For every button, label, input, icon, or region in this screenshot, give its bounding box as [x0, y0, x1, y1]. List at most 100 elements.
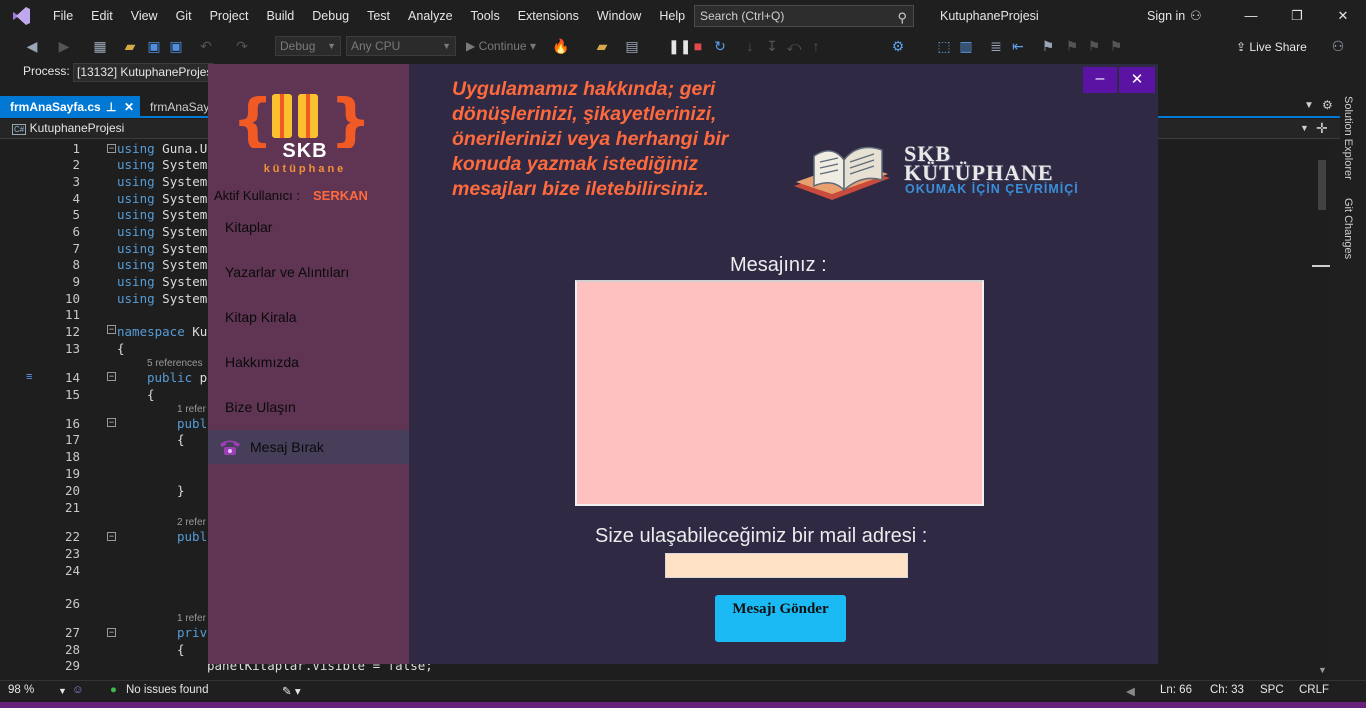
step-back-icon[interactable]: ⤺: [786, 38, 802, 54]
codelens-references[interactable]: 2 refer: [177, 517, 206, 528]
continue-button[interactable]: ▶ Continue ▾: [466, 36, 536, 56]
nav-rent-book-button[interactable]: Kitap Kirala: [208, 300, 409, 334]
save-icon[interactable]: ▣: [146, 38, 162, 54]
live-visual-tree-icon[interactable]: ▥: [958, 38, 974, 54]
bookmark-icon[interactable]: ⚑: [1040, 38, 1056, 54]
codelens-references[interactable]: 1 refer: [177, 613, 206, 624]
copilot-icon[interactable]: ☺: [72, 684, 84, 696]
redo-icon[interactable]: ↷: [234, 38, 250, 54]
platform-select[interactable]: Any CPU ▼: [346, 36, 456, 56]
indent-icon[interactable]: ≣: [988, 38, 1004, 54]
account-settings-icon[interactable]: ⚇: [1190, 8, 1202, 24]
fold-toggle-icon[interactable]: −: [107, 144, 116, 153]
nav-about-button[interactable]: Hakkımızda: [208, 345, 409, 379]
tab-frmanasayfa-cs[interactable]: frmAnaSayfa.cs ⊥ ✕: [0, 96, 140, 118]
open-folder-icon[interactable]: ▰: [122, 38, 138, 54]
navigate-back-icon[interactable]: ◀: [24, 38, 40, 54]
step-into-icon[interactable]: ↧: [764, 38, 780, 54]
tab-close-icon[interactable]: ✕: [124, 96, 134, 118]
app-close-button[interactable]: ✕: [1119, 67, 1155, 93]
menu-tools[interactable]: Tools: [462, 0, 509, 32]
hot-reload-icon[interactable]: 🔥: [552, 38, 569, 54]
codelens-references[interactable]: 1 refer: [177, 404, 206, 415]
menu-help[interactable]: Help: [650, 0, 694, 32]
brand-tagline: OKUMAK İÇİN ÇEVRİMİÇİ: [905, 182, 1079, 196]
pin-icon[interactable]: ⊥: [106, 96, 116, 118]
zoom-level[interactable]: 98 %: [8, 684, 34, 696]
nav-project-select[interactable]: C# KutuphaneProjesi: [12, 121, 124, 135]
sign-in-link[interactable]: Sign in: [1147, 0, 1185, 32]
line-number: 1: [72, 141, 80, 156]
restart-icon[interactable]: ↻: [712, 38, 728, 54]
line-number: 13: [64, 341, 80, 356]
select-element-icon[interactable]: ⬚: [936, 38, 952, 54]
stop-icon[interactable]: ■: [690, 38, 706, 54]
message-textarea[interactable]: [575, 280, 984, 506]
send-message-button[interactable]: Mesajı Gönder: [715, 595, 846, 642]
git-changes-tab[interactable]: Git Changes: [1342, 198, 1354, 259]
menu-git[interactable]: Git: [167, 0, 201, 32]
app-minimize-button[interactable]: –: [1083, 67, 1117, 93]
menu-file[interactable]: File: [44, 0, 82, 32]
bookmark-clear-icon[interactable]: ⚑: [1108, 38, 1124, 54]
fold-toggle-icon[interactable]: −: [107, 418, 116, 427]
menu-debug[interactable]: Debug: [303, 0, 358, 32]
save-all-icon[interactable]: ▣: [168, 38, 184, 54]
ide-minimize-icon[interactable]: —: [1228, 0, 1274, 32]
fold-toggle-icon[interactable]: −: [107, 532, 116, 541]
solution-configuration-select[interactable]: Debug ▼: [275, 36, 341, 56]
menu-analyze[interactable]: Analyze: [399, 0, 461, 32]
live-share-button[interactable]: ⇪ Live Share: [1236, 32, 1307, 60]
ide-close-icon[interactable]: ✕: [1320, 0, 1366, 32]
editor-scrollbar[interactable]: [1312, 140, 1330, 680]
fold-toggle-icon[interactable]: −: [107, 325, 116, 334]
solution-explorer-tab[interactable]: Solution Explorer: [1342, 96, 1354, 180]
line-number: 26: [64, 596, 80, 611]
line-ending[interactable]: CRLF: [1299, 684, 1329, 696]
navigate-forward-icon[interactable]: ▶: [56, 38, 72, 54]
whitespace-mode[interactable]: SPC: [1260, 684, 1284, 696]
fold-toggle-icon[interactable]: −: [107, 372, 116, 381]
nav-authors-button[interactable]: Yazarlar ve Alıntıları: [208, 255, 409, 289]
menu-extensions[interactable]: Extensions: [509, 0, 588, 32]
cleanup-icon[interactable]: ✎ ▾: [282, 684, 301, 698]
process-select[interactable]: [13132] KutuphaneProjesi: [73, 63, 213, 82]
menu-project[interactable]: Project: [201, 0, 258, 32]
new-item-icon[interactable]: ▦: [92, 38, 108, 54]
codelens-references[interactable]: 5 references: [147, 358, 203, 369]
zoom-dropdown-icon[interactable]: ▼: [58, 686, 67, 696]
step-out-icon[interactable]: ↑: [808, 38, 824, 54]
menu-view[interactable]: View: [122, 0, 167, 32]
diagnostics-icon[interactable]: ⚙: [890, 38, 906, 54]
email-field[interactable]: [665, 553, 908, 578]
fold-toggle-icon[interactable]: −: [107, 628, 116, 637]
pause-icon[interactable]: ❚❚: [668, 38, 691, 54]
scrollbar-thumb[interactable]: [1318, 160, 1326, 210]
bookmark-next-icon[interactable]: ⚑: [1086, 38, 1102, 54]
nav-dropdown-icon[interactable]: ▼: [1300, 123, 1309, 133]
folder-icon[interactable]: ▰: [594, 38, 610, 54]
bookmark-prev-icon[interactable]: ⚑: [1064, 38, 1080, 54]
tab-overflow-icon[interactable]: ▼: [1304, 100, 1314, 111]
menu-window[interactable]: Window: [588, 0, 650, 32]
code-keyword: public: [147, 370, 193, 385]
column-number[interactable]: Ch: 33: [1210, 684, 1244, 696]
nav-contact-button[interactable]: Bize Ulaşın: [208, 390, 409, 424]
menu-test[interactable]: Test: [358, 0, 399, 32]
ide-restore-icon[interactable]: ❐: [1274, 0, 1320, 32]
horizontal-scroll-left-icon[interactable]: ◀: [1126, 684, 1135, 698]
nav-books-button[interactable]: Kitaplar: [208, 210, 409, 244]
feedback-icon[interactable]: ⚇: [1330, 38, 1346, 54]
window-layout-icon[interactable]: ▤: [624, 38, 640, 54]
tab-settings-icon[interactable]: ⚙: [1322, 98, 1333, 112]
menu-build[interactable]: Build: [257, 0, 303, 32]
search-input[interactable]: Search (Ctrl+Q) ⚲: [694, 5, 914, 27]
menu-edit[interactable]: Edit: [82, 0, 122, 32]
scroll-down-icon[interactable]: ▼: [1318, 665, 1327, 675]
split-editor-icon[interactable]: ✛: [1316, 120, 1328, 137]
step-over-icon[interactable]: ↓: [742, 38, 758, 54]
line-number[interactable]: Ln: 66: [1160, 684, 1192, 696]
outdent-icon[interactable]: ⇤: [1010, 38, 1026, 54]
undo-icon[interactable]: ↶: [198, 38, 214, 54]
issues-status[interactable]: No issues found: [126, 684, 208, 696]
